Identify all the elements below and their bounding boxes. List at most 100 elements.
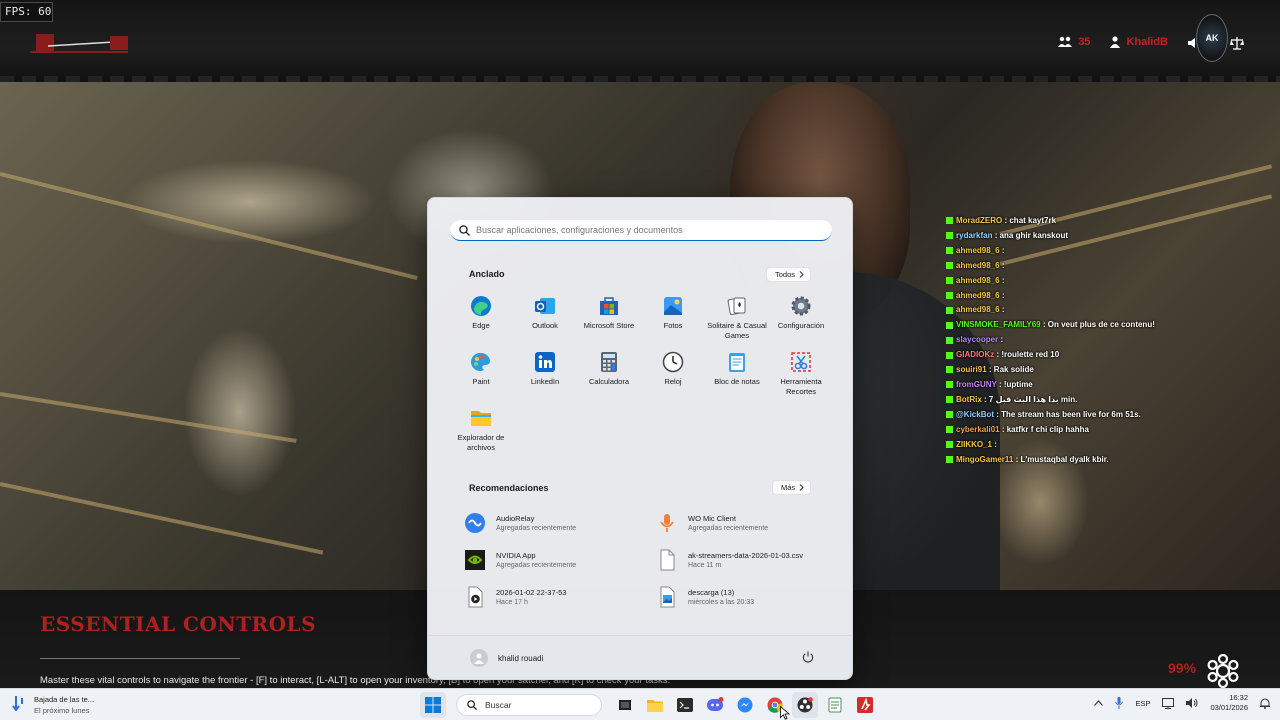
- windows-logo-icon: [425, 697, 441, 713]
- notepad-icon: [828, 697, 842, 713]
- chat-text: : chat kayt7rk: [1004, 216, 1057, 225]
- taskbar-search-label: Buscar: [485, 700, 512, 710]
- microphone-icon: [656, 512, 678, 534]
- chat-text: : ana ghir kanskout: [994, 230, 1069, 240]
- recommendation-name: descarga (13): [688, 588, 735, 597]
- taskbar-search[interactable]: Buscar: [456, 694, 602, 716]
- pinned-app-clock[interactable]: Reloj: [641, 351, 705, 401]
- chat-username: fromGUNY: [956, 379, 997, 389]
- pinned-app-outlook[interactable]: Outlook: [513, 295, 577, 345]
- kick-badge-icon: [946, 381, 953, 389]
- percent-indicator: 99%: [1168, 660, 1197, 676]
- more-button[interactable]: Más: [772, 480, 812, 495]
- chat-username: ahmed98_6: [956, 275, 1000, 285]
- pinned-app-photos[interactable]: Fotos: [641, 295, 705, 345]
- start-search-box[interactable]: [450, 220, 832, 241]
- chat-message: VINSMOKE_FAMILY69 : On veut plus de ce c…: [946, 318, 1276, 333]
- chat-message: ahmed98_6 :: [946, 289, 1276, 304]
- pinned-app-paint[interactable]: Paint: [449, 351, 513, 401]
- recommendations-title: Recomendaciones: [469, 483, 549, 493]
- kick-badge-icon: [946, 440, 953, 448]
- recommendation-text: descarga (13) miércoles a las 20:33: [688, 588, 754, 606]
- viewers-icon: [1058, 36, 1073, 47]
- gear-icon: [1207, 654, 1239, 688]
- chat-text: :: [1001, 260, 1005, 270]
- mouse-cursor-icon: [780, 706, 790, 720]
- weather-widget[interactable]: Bajada de las te... El próximo lunes: [12, 695, 94, 715]
- obs-icon: [797, 697, 813, 713]
- pinned-app-label: Fotos: [663, 321, 683, 330]
- recommendation-item[interactable]: descarga (13) miércoles a las 20:33: [656, 582, 826, 612]
- red-app-button[interactable]: [852, 692, 878, 718]
- chevron-up-icon[interactable]: [1094, 700, 1104, 706]
- all-apps-button[interactable]: Todos: [766, 267, 812, 282]
- clock[interactable]: 16:32 03/01/2026: [1210, 693, 1248, 713]
- pinned-app-edge[interactable]: Edge: [449, 295, 513, 345]
- pinned-app-settings[interactable]: Configuración: [769, 295, 833, 345]
- terminal-button[interactable]: [672, 692, 698, 718]
- chat-username: ahmed98_6: [956, 305, 1000, 315]
- recommendation-text: WO Mic Client Agregadas recientemente: [688, 514, 768, 532]
- chat-message: ahmed98_6 :: [946, 274, 1276, 289]
- pinned-app-file-explorer[interactable]: Explorador de archivos: [449, 407, 513, 457]
- chat-message: MoradZERO : chat kayt7rk: [946, 214, 1276, 229]
- recommendation-subtitle: miércoles a las 20:33: [688, 599, 755, 606]
- chat-text: : The stream has been live for 6m 51s.: [996, 409, 1141, 419]
- solitaire-icon: [726, 295, 748, 317]
- file-icon: [656, 549, 678, 571]
- messenger-button[interactable]: [732, 692, 758, 718]
- task-view-button[interactable]: [612, 692, 638, 718]
- pinned-app-linkedin[interactable]: LinkedIn: [513, 351, 577, 401]
- chat-username: rydarkfan: [956, 230, 993, 240]
- discord-button[interactable]: [702, 692, 728, 718]
- chat-username: ahmed98_6: [956, 260, 1000, 270]
- recommendation-item[interactable]: ak-streamers-data-2026-01-03.csv Hace 11 …: [656, 545, 826, 575]
- linkedin-icon: [534, 351, 556, 373]
- edge-icon: [470, 295, 492, 317]
- clock-time: 16:32: [1229, 693, 1248, 702]
- pinned-app-label: LinkedIn: [530, 377, 560, 386]
- recommendation-name: ak-streamers-data-2026-01-03.csv: [688, 551, 804, 560]
- microphone-icon[interactable]: [1115, 697, 1124, 709]
- recommendation-item[interactable]: AudioRelay Agregadas recientemente: [464, 508, 656, 538]
- file-explorer-button[interactable]: [642, 692, 668, 718]
- network-icon[interactable]: [1162, 697, 1175, 709]
- language-indicator[interactable]: ESP: [1135, 699, 1150, 708]
- chat-text: :: [1001, 290, 1005, 300]
- start-search-input[interactable]: [476, 225, 816, 235]
- pinned-app-label: Calculadora: [588, 377, 630, 386]
- recommendation-name: 2026-01-02 22-37-53: [496, 588, 567, 597]
- pinned-app-notepad[interactable]: Bloc de notas: [705, 351, 769, 401]
- obs-button[interactable]: [792, 692, 818, 718]
- kick-badge-icon: [946, 396, 953, 404]
- recommendation-item[interactable]: 2026-01-02 22-37-53 Hace 17 h: [464, 582, 656, 612]
- user-name: khalid rouadi: [498, 653, 544, 663]
- pinned-app-label: Outlook: [532, 321, 558, 330]
- user-account-button[interactable]: khalid rouadi: [470, 649, 543, 667]
- pinned-app-snipping-tool[interactable]: Herramienta Recortes: [769, 351, 833, 401]
- pinned-app-label: Reloj: [664, 377, 682, 386]
- chat-username: souiri91: [956, 365, 987, 375]
- kick-badge-icon: [946, 232, 953, 240]
- pinned-title: Anclado: [469, 269, 505, 279]
- start-button[interactable]: [420, 692, 446, 718]
- volume-icon[interactable]: [1186, 698, 1198, 708]
- notifications-icon[interactable]: [1260, 698, 1270, 709]
- pinned-app-calculator[interactable]: Calculadora: [577, 351, 641, 401]
- recommendation-item[interactable]: WO Mic Client Agregadas recientemente: [656, 508, 826, 538]
- recommendation-name: AudioRelay: [496, 514, 535, 523]
- streamer-logo-icon: [30, 34, 128, 53]
- taskbar: Bajada de las te... El próximo lunes Bus…: [0, 688, 1280, 720]
- calculator-icon: [598, 351, 620, 373]
- kick-badge-icon: [946, 306, 953, 314]
- recommendation-text: ak-streamers-data-2026-01-03.csv Hace 11 …: [688, 551, 803, 569]
- pinned-app-solitaire[interactable]: Solitaire & Casual Games: [705, 295, 769, 345]
- chat-message: cyberkali01 : katfkr f chi clip hahha: [946, 423, 1276, 438]
- kick-badge-icon: [946, 366, 953, 374]
- pinned-app-label: Explorador de archivos: [457, 433, 505, 452]
- power-icon[interactable]: [802, 651, 814, 663]
- notepad-button[interactable]: [822, 692, 848, 718]
- chat-text: :: [1000, 335, 1004, 345]
- recommendation-item[interactable]: NVIDIA App Agregadas recientemente: [464, 545, 656, 575]
- pinned-app-store[interactable]: Microsoft Store: [577, 295, 641, 345]
